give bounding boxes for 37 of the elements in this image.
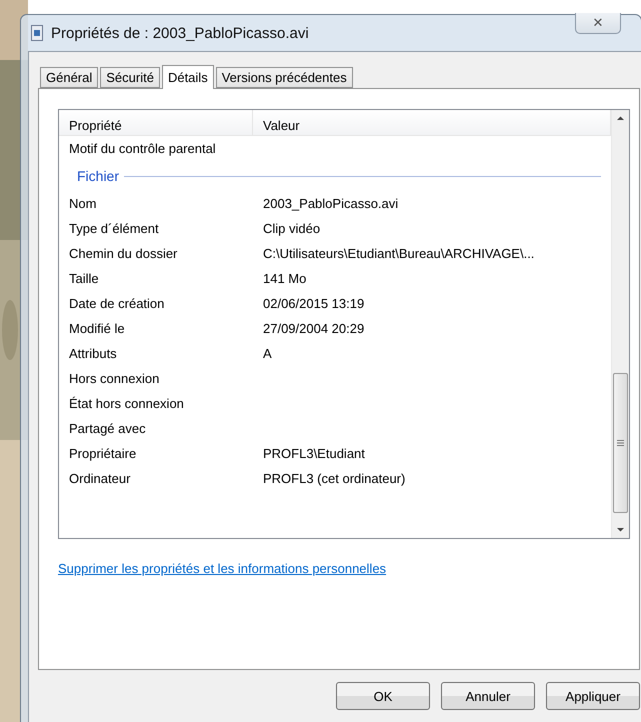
property-cell-text: Hors connexion <box>68 371 160 386</box>
tab[interactable]: Détails <box>162 65 214 89</box>
dialog-button[interactable]: OK <box>336 682 430 710</box>
property-cell-text: Taille <box>68 271 100 286</box>
value-cell-text: Clip vidéo <box>262 221 322 236</box>
property-cell-text: Motif du contrôle parental <box>68 141 217 156</box>
dialog-button[interactable]: Appliquer <box>546 682 640 710</box>
property-cell-text: Modifié le <box>68 321 126 336</box>
property-cell-text: Date de création <box>68 296 166 311</box>
close-button[interactable]: ✕ <box>575 13 621 34</box>
dialog-button[interactable]: Annuler <box>441 682 535 710</box>
window-title: Propriétés de : 2003_PabloPicasso.avi <box>51 24 309 42</box>
document-icon <box>31 25 43 41</box>
value-cell-text: A <box>262 346 273 361</box>
property-cell-text: Ordinateur <box>68 471 132 486</box>
value-cell-text: PROFL3 (cet ordinateur) <box>262 471 406 486</box>
property-cell-text: Type d´élément <box>68 221 160 236</box>
remove-properties-link[interactable]: Supprimer les propriétés et les informations personnelles <box>58 561 386 576</box>
tab[interactable]: Général <box>40 67 98 88</box>
tab[interactable]: Sécurité <box>100 67 160 88</box>
property-cell-text: État hors connexion <box>68 396 185 411</box>
value-cell-text: 2003_PabloPicasso.avi <box>262 196 400 211</box>
value-cell-text: 141 Mo <box>262 271 308 286</box>
property-cell-text: Nom <box>68 196 98 211</box>
property-cell-text: Attributs <box>68 346 118 361</box>
value-cell-text: 02/06/2015 13:19 <box>262 296 366 311</box>
value-cell-text: PROFL3\Etudiant <box>262 446 366 461</box>
value-cell-text: C:\Utilisateurs\Etudiant\Bureau\ARCHIVAGE\... <box>262 246 536 261</box>
value-cell-text: 27/09/2004 20:29 <box>262 321 366 336</box>
tab[interactable]: Versions précédentes <box>216 67 353 88</box>
scrollbar[interactable] <box>611 110 629 538</box>
group-label: Fichier <box>77 168 120 184</box>
scroll-thumb[interactable] <box>613 373 628 513</box>
property-cell-text: Propriétaire <box>68 446 138 461</box>
property-cell-text: Partagé avec <box>68 421 147 436</box>
property-cell-text: Chemin du dossier <box>68 246 178 261</box>
column-header[interactable]: Propriété <box>59 110 253 135</box>
